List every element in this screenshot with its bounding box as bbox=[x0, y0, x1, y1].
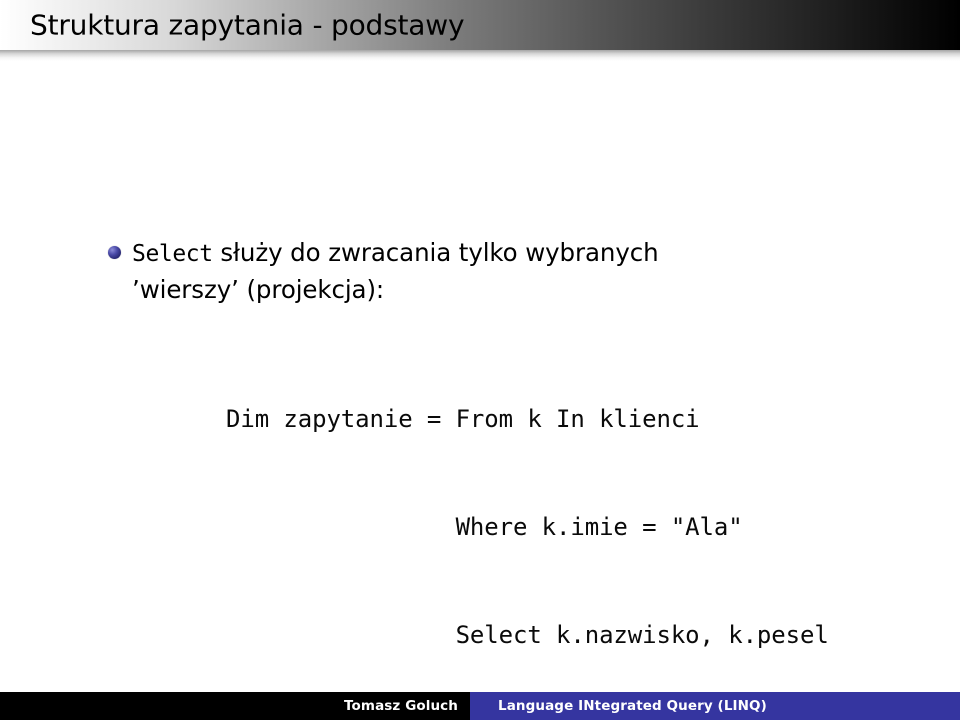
code-line: Dim zapytanie = From k In klienci bbox=[226, 405, 700, 433]
footer-author-label: Tomasz Goluch bbox=[344, 698, 458, 714]
footer-author-section: Tomasz Goluch bbox=[0, 692, 470, 720]
footer-title-section: Language INtegrated Query (LINQ) bbox=[470, 692, 960, 720]
title-bar-shadow bbox=[0, 50, 960, 61]
page-title: Struktura zapytania - podstawy bbox=[30, 8, 465, 42]
bullet-point-icon bbox=[108, 246, 121, 259]
slide-content: Select służy do zwracania tylko wybranyc… bbox=[0, 61, 960, 685]
slide-footer: Tomasz Goluch Language INtegrated Query … bbox=[0, 692, 960, 720]
slide-title-bar: Struktura zapytania - podstawy bbox=[0, 0, 960, 50]
code-line: Select k.nazwisko, k.pesel bbox=[226, 621, 829, 649]
code-block: Dim zapytanie = From k In klienci Where … bbox=[0, 329, 960, 725]
footer-presentation-title: Language INtegrated Query (LINQ) bbox=[498, 698, 767, 714]
bullet-item-text: Select służy do zwracania tylko wybranyc… bbox=[132, 235, 772, 307]
list-item: Select służy do zwracania tylko wybranyc… bbox=[0, 235, 960, 307]
presentation-slide: Struktura zapytania - podstawy Select sł… bbox=[0, 0, 960, 720]
bullet-keyword: Select bbox=[132, 241, 213, 267]
code-line: Where k.imie = "Ala" bbox=[226, 513, 743, 541]
